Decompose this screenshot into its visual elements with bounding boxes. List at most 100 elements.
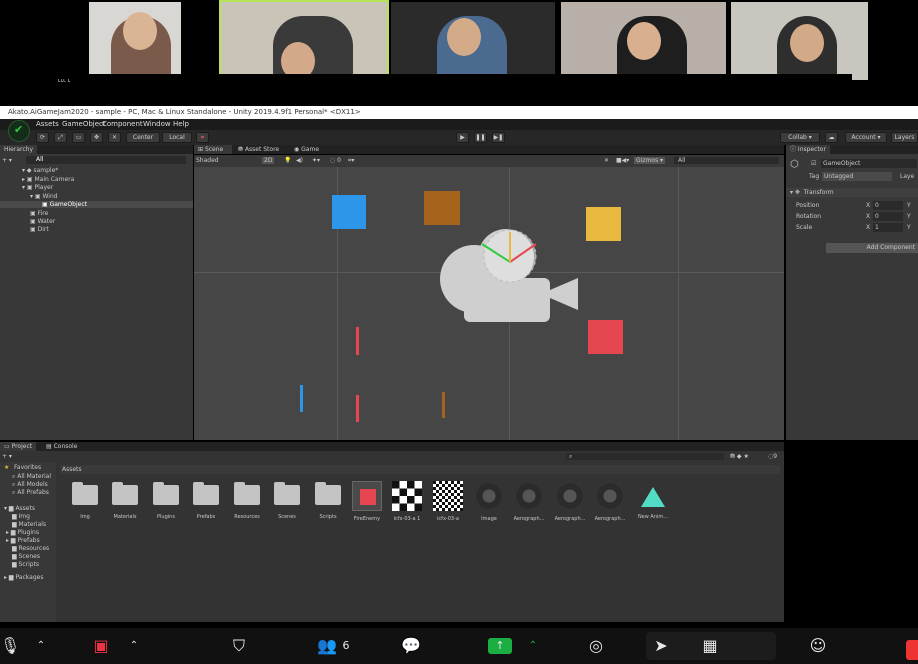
mode-2d-toggle[interactable]: 2D	[262, 157, 275, 164]
brown-bar-sprite[interactable]	[442, 392, 445, 418]
asset-item-folder[interactable]: Prefabs	[189, 481, 223, 520]
asset-item-folder[interactable]: Plugins	[149, 481, 183, 520]
menu-window[interactable]: Window	[143, 119, 171, 130]
video-tile-3[interactable]	[391, 2, 555, 80]
camera-gizmo-icon[interactable]	[434, 222, 584, 332]
layers-button[interactable]: Layers	[891, 132, 918, 143]
favorites-label[interactable]: Favorites	[14, 464, 41, 471]
lighting-icon[interactable]: 💡	[284, 157, 291, 164]
asset-item-checker[interactable]: icfx-03-a	[431, 481, 465, 522]
chevron-up-icon[interactable]: ⌃	[127, 636, 141, 656]
brown-square-sprite[interactable]	[424, 191, 460, 225]
favorites-item[interactable]: ⌕ All Models	[12, 481, 48, 488]
rect-tool-icon[interactable]: ▭	[72, 132, 85, 143]
asset-item-prefab[interactable]: FireEnemy	[350, 481, 384, 522]
tools-icon[interactable]: ✕	[604, 157, 609, 164]
record-icon[interactable]: ◎	[584, 636, 608, 656]
pause-button[interactable]: ❚❚	[474, 132, 487, 143]
leave-button[interactable]	[906, 640, 918, 660]
video-tile-1[interactable]	[89, 2, 181, 80]
hierarchy-item-water[interactable]: ▣ Water	[30, 218, 55, 225]
transform-header[interactable]: ▾ ✥ Transform	[786, 188, 918, 197]
snap-icon[interactable]: ⌗	[196, 132, 209, 143]
folder-scripts[interactable]: ▆ Scripts	[12, 561, 39, 568]
asset-item-checker[interactable]: icfx-03-a 1	[390, 481, 424, 522]
asset-item-circle[interactable]: Aerograph...	[553, 481, 587, 522]
cloud-icon[interactable]: ☁	[825, 132, 838, 143]
tab-console[interactable]: ▤ Console	[42, 442, 81, 451]
account-button[interactable]: Account ▾	[845, 132, 887, 143]
asset-item-circle[interactable]: Image	[472, 481, 506, 522]
folder-prefabs[interactable]: ▸ ▆ Prefabs	[6, 537, 40, 544]
packages-folder[interactable]: ▸ ▆ Packages	[4, 574, 43, 581]
project-search-input[interactable]: ⌕	[566, 453, 724, 460]
menu-assets[interactable]: Assets	[36, 119, 59, 130]
asset-item-folder[interactable]: Scenes	[270, 481, 304, 520]
custom-tool-icon[interactable]: ✕	[108, 132, 121, 143]
video-tile-4[interactable]	[561, 2, 726, 80]
audio-icon[interactable]: ◀)	[296, 157, 303, 164]
asset-item-triangle[interactable]: New Anim...	[636, 481, 670, 520]
hierarchy-item-gameobject[interactable]: ▣ GameObject	[0, 201, 193, 208]
blue-square-sprite[interactable]	[332, 195, 366, 229]
filter-icons[interactable]: ⛃ ◆ ★	[730, 453, 749, 460]
menu-gameobject[interactable]: GameObject	[62, 119, 106, 130]
security-icon[interactable]: ⛉	[228, 636, 250, 656]
yellow-square-sprite[interactable]	[586, 207, 621, 241]
asset-item-folder[interactable]: Img	[68, 481, 102, 520]
hierarchy-item-fire[interactable]: ▣ Fire	[30, 210, 48, 217]
hierarchy-scene-root[interactable]: ▾ ◆ sample*	[22, 167, 58, 174]
red-bar-sprite[interactable]	[356, 395, 359, 422]
step-button[interactable]: ▶❚	[492, 132, 505, 143]
scene-search-input[interactable]: All	[674, 157, 779, 164]
rotation-x-field[interactable]: 0	[873, 212, 903, 221]
microphone-icon[interactable]: 🎙	[0, 636, 20, 656]
asset-item-folder[interactable]: Scripts	[311, 481, 345, 520]
video-tile-5[interactable]	[731, 2, 868, 80]
tab-hierarchy[interactable]: Hierarchy	[0, 145, 38, 154]
assets-folder[interactable]: ▾ ▆ Assets	[4, 505, 35, 512]
tab-project[interactable]: ▭ Project	[0, 442, 37, 451]
chat-icon[interactable]: 💬	[398, 636, 424, 656]
grid-icon[interactable]: ⌗▾	[348, 157, 354, 164]
tab-inspector[interactable]: ⓘ Inspector	[786, 145, 830, 154]
hierarchy-item-main-camera[interactable]: ▸ ▣ Main Camera	[22, 176, 74, 183]
shading-dropdown[interactable]: Shaded	[196, 157, 256, 164]
tab-game[interactable]: ◉ Game	[290, 145, 324, 154]
apps-grid-icon[interactable]: ▦	[698, 636, 722, 656]
tag-dropdown[interactable]: Untagged	[822, 172, 892, 181]
object-name-field[interactable]: GameObject	[821, 159, 917, 168]
hierarchy-item-wind[interactable]: ▾ ▣ Wind	[30, 193, 58, 200]
hierarchy-item-dirt[interactable]: ▣ Dirt	[30, 226, 49, 233]
pivot-center-toggle[interactable]: Center	[126, 132, 160, 143]
red-square-sprite[interactable]	[588, 320, 623, 354]
hierarchy-item-player[interactable]: ▾ ▣ Player	[22, 184, 53, 191]
position-x-field[interactable]: 0	[873, 201, 903, 210]
share-screen-button[interactable]: ↑	[488, 638, 512, 654]
folder-materials[interactable]: ▆ Materials	[12, 521, 46, 528]
reactions-icon[interactable]: ☺	[806, 636, 830, 656]
blue-bar-sprite[interactable]	[300, 385, 303, 412]
participants-icon[interactable]: 👥	[312, 636, 342, 656]
add-component-button[interactable]: Add Component	[826, 243, 918, 253]
asset-item-circle[interactable]: Aerograph...	[593, 481, 627, 522]
effects-icon[interactable]: ✦▾	[312, 157, 320, 164]
asset-item-circle[interactable]: Aerograph...	[512, 481, 546, 522]
video-tile-2[interactable]	[219, 0, 389, 82]
pivot-local-toggle[interactable]: Local	[162, 132, 192, 143]
create-icon[interactable]: + ▾	[2, 157, 12, 164]
favorites-item[interactable]: ⌕ All Material	[12, 473, 51, 480]
folder-plugins[interactable]: ▸ ▆ Plugins	[6, 529, 39, 536]
tab-scene[interactable]: ⊞ Scene	[194, 145, 232, 154]
active-checkbox[interactable]: ☑	[811, 160, 816, 167]
play-button[interactable]: ▶	[456, 132, 469, 143]
create-asset-icon[interactable]: + ▾	[2, 453, 12, 460]
collab-button[interactable]: Collab ▾	[780, 132, 820, 143]
video-off-icon[interactable]: ▣	[88, 636, 114, 656]
camera-icon[interactable]: ■◀▾	[616, 157, 629, 164]
chevron-up-icon[interactable]: ⌃	[34, 636, 48, 656]
asset-item-folder[interactable]: Materials	[108, 481, 142, 520]
menu-help[interactable]: Help	[173, 119, 189, 130]
asset-item-folder[interactable]: Resources	[230, 481, 264, 520]
chevron-up-icon[interactable]: ⌃	[526, 636, 540, 656]
